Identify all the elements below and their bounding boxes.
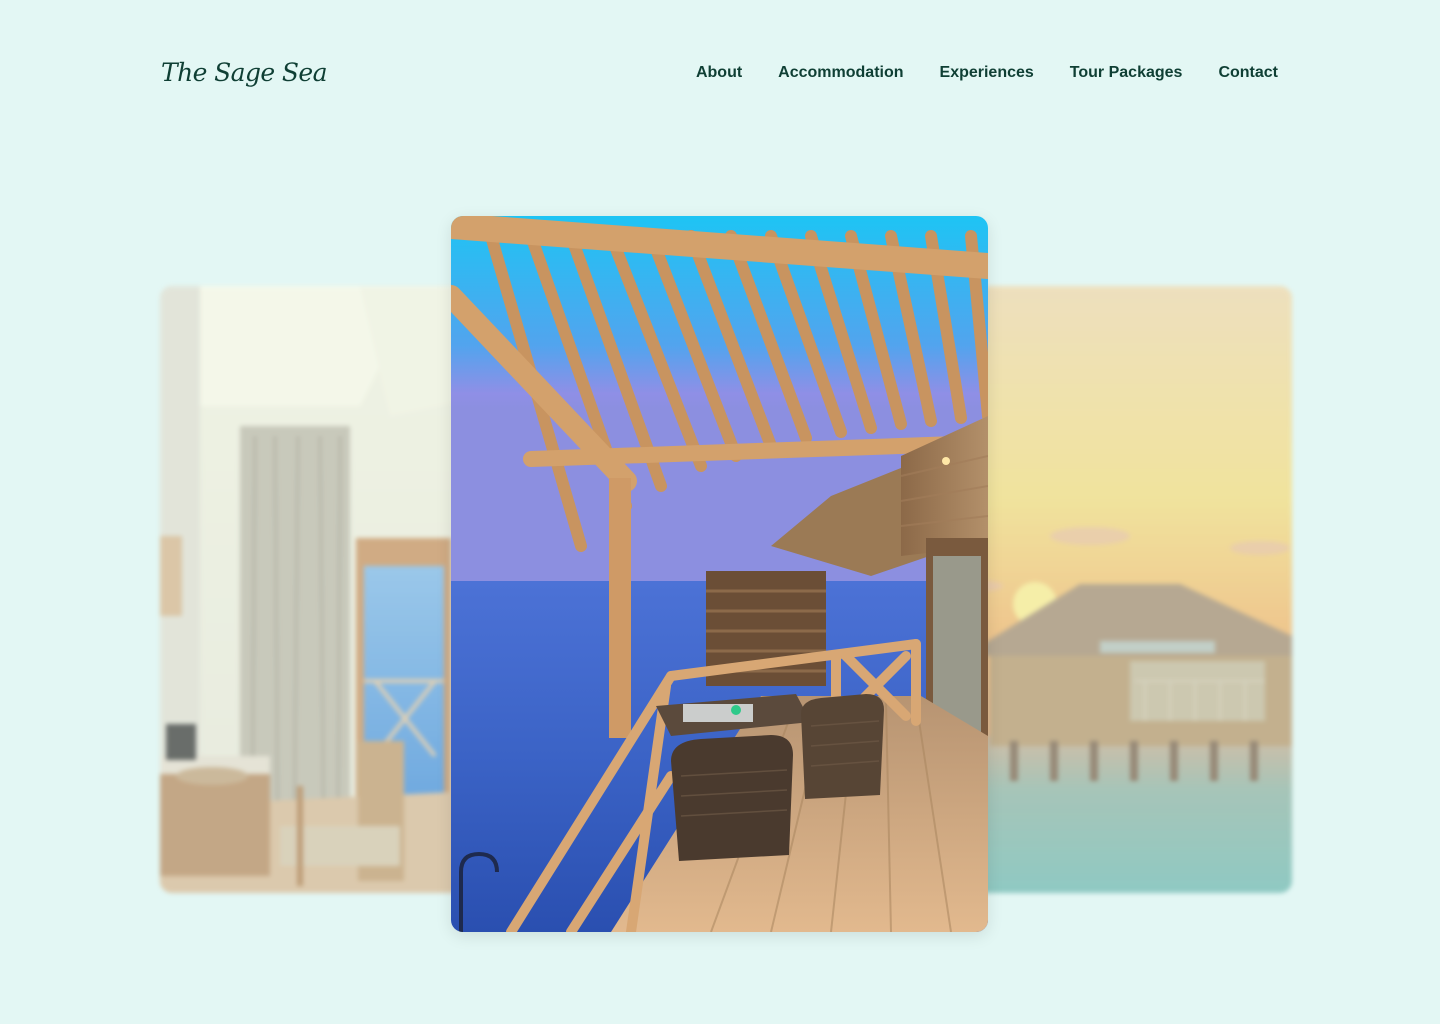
image-carousel	[0, 0, 1440, 1024]
villa-deck-image	[451, 216, 988, 932]
carousel-slide-active[interactable]	[451, 216, 988, 932]
